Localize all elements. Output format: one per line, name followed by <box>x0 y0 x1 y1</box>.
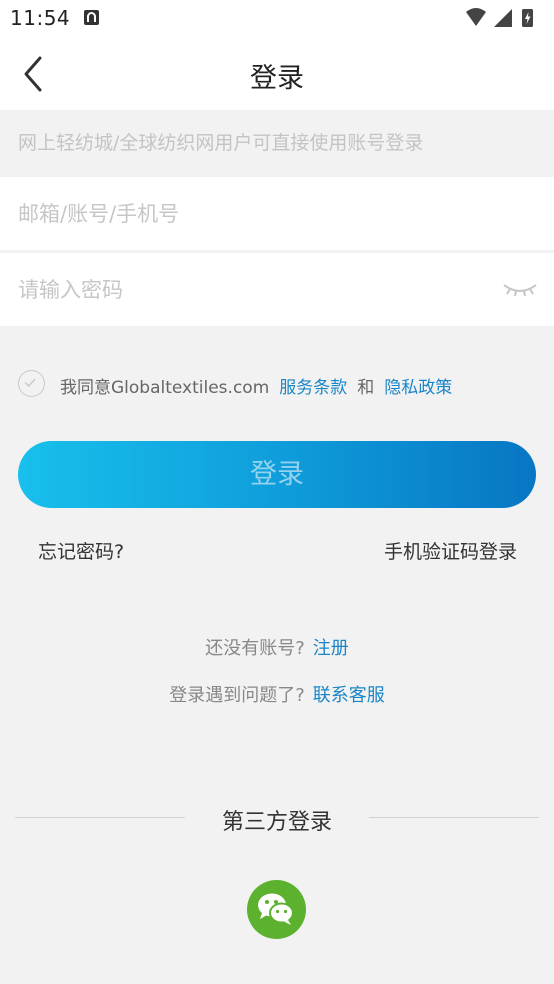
account-row <box>0 177 554 250</box>
status-icons <box>466 8 533 27</box>
help-prompt: 登录遇到问题了? <box>169 685 305 706</box>
sms-login-link[interactable]: 手机验证码登录 <box>384 537 517 564</box>
account-input[interactable] <box>18 177 478 250</box>
forgot-password-link[interactable]: 忘记密码? <box>38 537 124 564</box>
status-time: 11:54 <box>10 6 71 30</box>
terms-link[interactable]: 服务条款 <box>279 378 347 398</box>
agreement-and: 和 <box>357 378 375 398</box>
divider-right <box>369 817 539 818</box>
nav-bar: 登录 <box>0 36 554 110</box>
wechat-login-button[interactable] <box>247 880 306 939</box>
eye-closed-icon[interactable] <box>502 277 538 301</box>
register-prompt: 还没有账号? <box>205 638 305 659</box>
wifi-icon <box>466 8 486 26</box>
register-link[interactable]: 注册 <box>313 638 349 659</box>
status-bar: 11:54 <box>0 0 554 36</box>
notification-icon <box>84 10 99 25</box>
password-input[interactable] <box>18 253 478 326</box>
wechat-icon <box>258 893 294 925</box>
contact-service-link[interactable]: 联系客服 <box>313 685 385 706</box>
privacy-link[interactable]: 隐私政策 <box>384 378 452 398</box>
agree-checkbox[interactable] <box>18 370 45 397</box>
register-row: 还没有账号? 注册 <box>0 634 554 660</box>
login-button[interactable]: 登录 <box>18 441 536 508</box>
login-notice: 网上轻纺城/全球纺织网用户可直接使用账号登录 <box>0 110 554 177</box>
help-row: 登录遇到问题了? 联系客服 <box>0 681 554 707</box>
page-title: 登录 <box>250 63 304 94</box>
password-row <box>0 253 554 326</box>
agreement-row: 我同意Globaltextiles.com 服务条款和隐私政策 <box>18 370 538 398</box>
check-icon <box>24 378 36 388</box>
agreement-prefix: 我同意Globaltextiles.com <box>60 378 270 398</box>
signal-icon <box>494 9 512 27</box>
third-party-title: 第三方登录 <box>221 810 332 835</box>
agreement-text: 我同意Globaltextiles.com 服务条款和隐私政策 <box>60 373 452 398</box>
